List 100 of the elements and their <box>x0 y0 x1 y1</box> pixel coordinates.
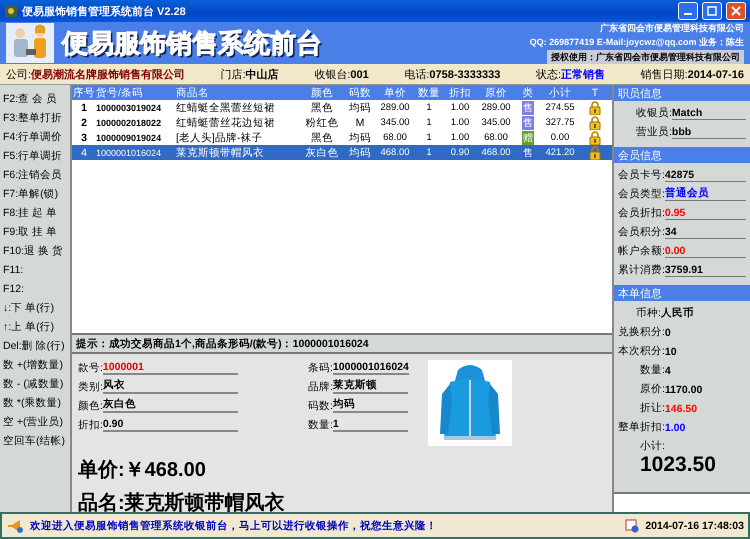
column-header[interactable]: 小计 <box>540 86 580 100</box>
info-field: 公司:便易潮流名牌服饰销售有限公司 <box>6 66 186 82</box>
category-tag: 赠 <box>522 130 534 144</box>
close-button[interactable] <box>726 2 746 20</box>
table-cell-text: 289.00 <box>379 102 411 113</box>
table-cell-text: 0.00 <box>550 132 570 143</box>
table-cell-text: 红蜻蜓全黑蕾丝短裙 <box>176 100 276 114</box>
info-label: 折让: <box>640 401 665 415</box>
field-label: 折扣: <box>78 418 103 432</box>
info-field: 销售日期:2014-07-16 <box>640 66 744 82</box>
section-header: 职员信息 <box>614 85 750 101</box>
table-cell-text: 均码 <box>348 100 372 114</box>
shortcut-key[interactable]: 数 - (减数量) <box>0 374 70 393</box>
info-label: 会员卡号: <box>618 168 665 182</box>
field-label: 类别: <box>78 380 103 394</box>
table-cell-text: 68.00 <box>483 132 509 143</box>
shortcut-key[interactable]: F8:挂 起 单 <box>0 203 70 222</box>
shortcut-key[interactable]: F6:注销会员 <box>0 165 70 184</box>
people-drawing <box>6 23 54 63</box>
shortcut-key[interactable]: 数 *(乘数量) <box>0 393 70 412</box>
window-title: 便易服饰销售管理系统前台 V2.28 <box>22 4 187 18</box>
section-header: 会员信息 <box>614 147 750 163</box>
table-cell-text: 1 <box>425 102 433 113</box>
shortcut-key[interactable]: F11: <box>0 260 70 279</box>
column-header[interactable]: 数量 <box>414 86 444 100</box>
lock-icon <box>589 100 601 114</box>
shortcut-key[interactable]: F5:行单调折 <box>0 146 70 165</box>
column-header[interactable]: 货号/条码 <box>96 86 176 100</box>
column-header[interactable]: T <box>580 86 610 98</box>
info-label: 会员积分: <box>618 225 665 239</box>
table-cell-text: 1 <box>80 102 88 114</box>
table-cell-text: 2 <box>80 116 88 128</box>
table-cell-text: 1.00 <box>450 102 470 113</box>
shortcut-key[interactable]: Del:删 除(行) <box>0 336 70 355</box>
info-label: 币种: <box>636 306 661 320</box>
info-value: 1.00 <box>664 422 686 434</box>
table-cell-text: 莱克斯顿带帽风衣 <box>176 146 265 160</box>
shortcut-key[interactable]: F12: <box>0 279 70 298</box>
shortcut-key[interactable]: F2:查 会 员 <box>0 89 70 108</box>
minimize-button[interactable] <box>678 2 698 20</box>
lock-icon <box>589 116 601 130</box>
shortcut-key[interactable]: 数 +(增数量) <box>0 355 70 374</box>
info-value: 10 <box>664 346 678 358</box>
category-tag: 售 <box>522 116 534 130</box>
column-header[interactable]: 码数 <box>344 86 376 100</box>
shortcut-key[interactable]: F7:单解(锁) <box>0 184 70 203</box>
table-cell-text: 68.00 <box>382 132 408 143</box>
table-cell-text: 灰白色 <box>304 146 340 160</box>
info-label: 数量: <box>640 363 665 377</box>
shortcut-key[interactable]: F3:整单打折 <box>0 108 70 127</box>
column-header[interactable]: 折扣 <box>444 86 476 100</box>
info-value: 0 <box>664 327 672 339</box>
field-value: 风衣 <box>102 378 238 394</box>
column-header[interactable]: 序号 <box>72 86 96 100</box>
shortcut-key[interactable]: ↑:上 单(行) <box>0 317 70 336</box>
field-value: 均码 <box>332 397 408 413</box>
info-value: 42875 <box>664 169 746 182</box>
table-cell-text: 421.20 <box>544 147 576 158</box>
info-label: 会员类型: <box>618 187 665 201</box>
info-value: Match <box>672 107 746 120</box>
field-label: 款号: <box>78 361 103 375</box>
shortcut-key[interactable]: 空回车(结帐) <box>0 431 70 450</box>
banner-title: 便易服饰销售系统前台 <box>62 28 323 60</box>
table-cell-text: 289.00 <box>480 102 512 113</box>
info-label: 帐户余额: <box>618 244 665 258</box>
shortcut-key[interactable]: 空 +(营业员) <box>0 412 70 431</box>
column-header[interactable]: 颜色 <box>300 86 344 100</box>
shortcut-key[interactable]: ↓:下 单(行) <box>0 298 70 317</box>
section-header: 本单信息 <box>614 285 750 301</box>
info-value: 146.50 <box>664 403 698 415</box>
maximize-button[interactable] <box>702 2 722 20</box>
column-header[interactable]: 商品名 <box>176 86 300 100</box>
shortcut-key[interactable]: F10:退 换 货 <box>0 241 70 260</box>
table-cell-text: 327.75 <box>544 117 576 128</box>
table-cell-text: 345.00 <box>480 117 512 128</box>
info-value: 3759.91 <box>664 264 746 277</box>
info-field: 门店:中山店 <box>220 66 279 82</box>
table-cell-text: 3 <box>80 132 88 144</box>
table-row[interactable]: 4 1000001016024 莱克斯顿带帽风衣 灰白色 均码 468.00 1 0.90 468.00 售 421.20 <box>72 145 612 160</box>
field-value: 莱克斯顿 <box>332 378 408 394</box>
contact-info: QQ: 269877419 E-Mail:joycwz@qq.com 业务：陈生 <box>530 36 744 48</box>
table-cell-text: 1 <box>425 117 433 128</box>
column-header[interactable]: 单价 <box>376 86 414 100</box>
info-field: 状态:正常销售 <box>536 66 606 82</box>
table-cell-text: 345.00 <box>379 117 411 128</box>
field-label: 码数: <box>308 400 333 413</box>
table-cell-text: 1.00 <box>450 117 470 128</box>
megaphone-icon <box>6 518 24 532</box>
shortcut-key[interactable]: F4:行单调价 <box>0 127 70 146</box>
column-header[interactable]: 类 <box>516 86 540 100</box>
info-field: 收银台:001 <box>314 66 369 82</box>
column-header[interactable]: 原价 <box>476 86 516 100</box>
field-value: 1 <box>332 418 408 432</box>
info-value: 0.95 <box>664 207 746 220</box>
status-datetime: 2014-07-16 17:48:03 <box>645 520 744 532</box>
table-cell-text: 1000001016024 <box>96 148 162 158</box>
field-value: 1000001016024 <box>332 361 409 375</box>
table-cell-text: 均码 <box>348 146 372 160</box>
shortcut-key[interactable]: F9:取 挂 单 <box>0 222 70 241</box>
field-label: 品牌: <box>308 380 333 394</box>
